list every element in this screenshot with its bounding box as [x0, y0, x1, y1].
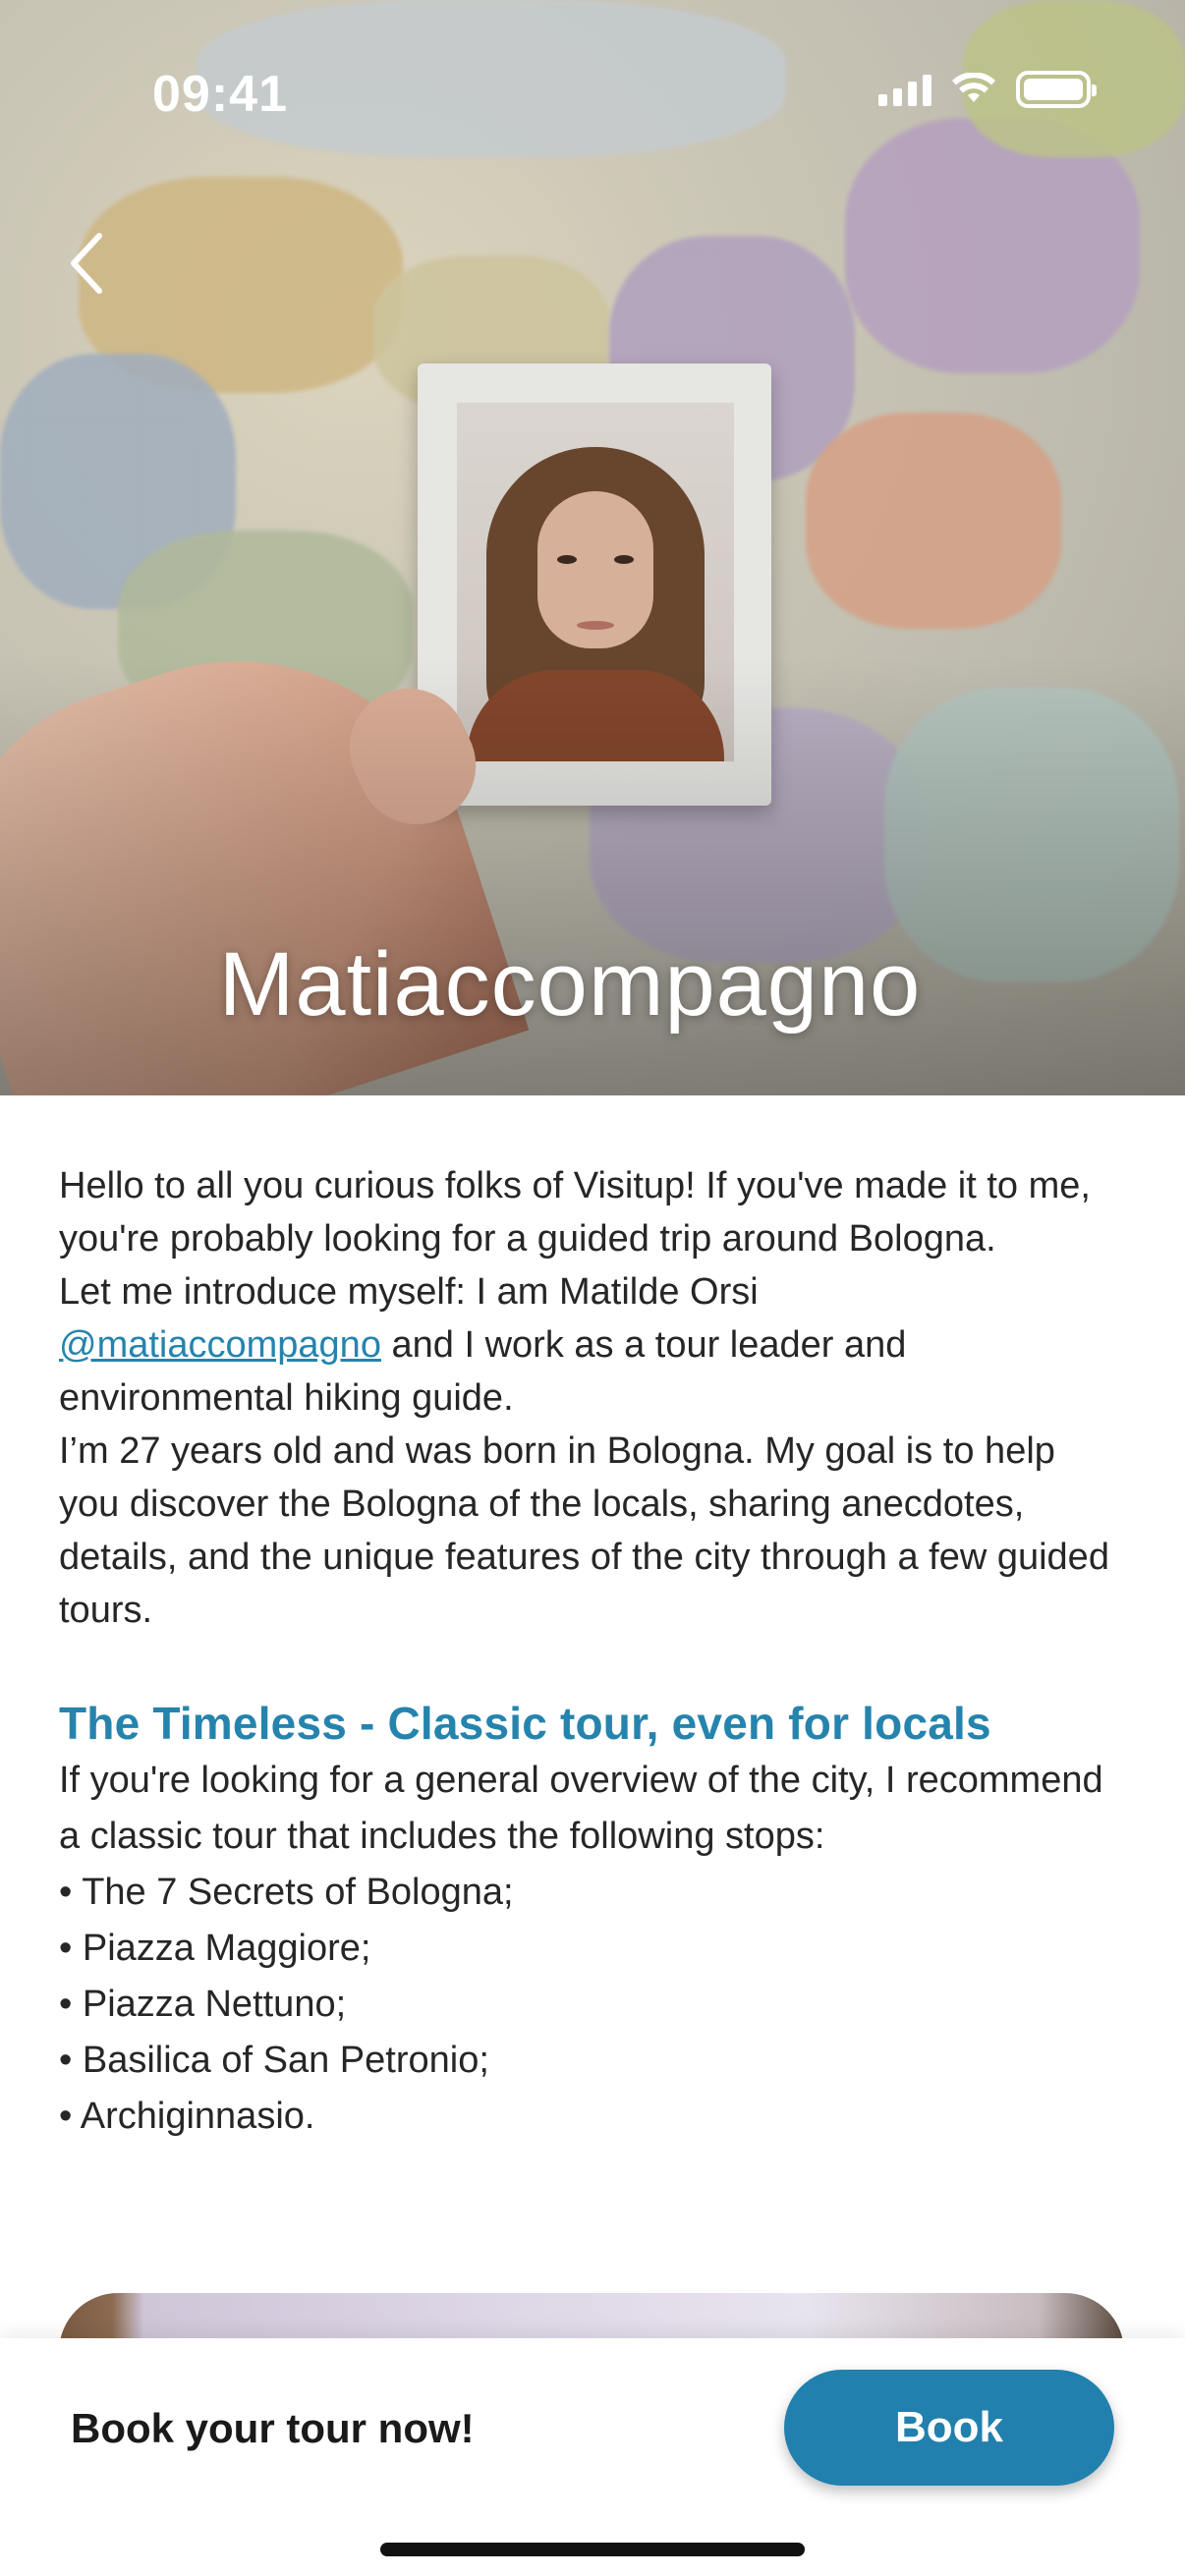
back-button[interactable]	[51, 224, 120, 303]
intro-paragraph: I’m 27 years old and was born in Bologna…	[59, 1430, 1109, 1631]
intro-paragraph: Let me introduce myself: I am Matilde Or…	[59, 1271, 907, 1419]
tour-section-title: The Timeless - Classic tour, even for lo…	[59, 1698, 991, 1749]
guide-name-title: Matiaccompagno	[218, 934, 922, 1035]
booking-cta-text: Book your tour now!	[71, 2405, 475, 2451]
cellular-signal-icon	[878, 73, 931, 106]
tour-stop-item: Archiginnasio.	[59, 2089, 1120, 2145]
tour-stops-list: The 7 Secrets of Bologna; Piazza Maggior…	[59, 1865, 1120, 2145]
instagram-mention-link[interactable]: @matiaccompagno	[59, 1324, 381, 1366]
profile-content: Hello to all you curious folks of Visitu…	[59, 1159, 1120, 2145]
chevron-left-icon	[71, 233, 102, 294]
booking-bar: Book your tour now! Book	[0, 2338, 1185, 2576]
hero-header: 09:41 Matiaccompagno	[0, 0, 1185, 1095]
status-time: 09:41	[152, 66, 288, 123]
battery-icon	[1016, 71, 1097, 108]
tour-stop-item: Basilica of San Petronio;	[59, 2033, 1120, 2089]
tour-stop-item: The 7 Secrets of Bologna;	[59, 1865, 1120, 1921]
intro-paragraph: Hello to all you curious folks of Visitu…	[59, 1165, 1091, 1260]
wifi-icon	[952, 73, 995, 102]
intro-text: Hello to all you curious folks of Visitu…	[59, 1159, 1120, 1637]
tour-stop-item: Piazza Maggiore;	[59, 1921, 1120, 1977]
tour-description: If you're looking for a general overview…	[59, 1760, 1103, 1857]
status-bar: 09:41	[0, 0, 1185, 187]
book-button[interactable]: Book	[784, 2370, 1114, 2486]
home-indicator	[380, 2543, 805, 2556]
tour-stop-item: Piazza Nettuno;	[59, 1977, 1120, 2033]
